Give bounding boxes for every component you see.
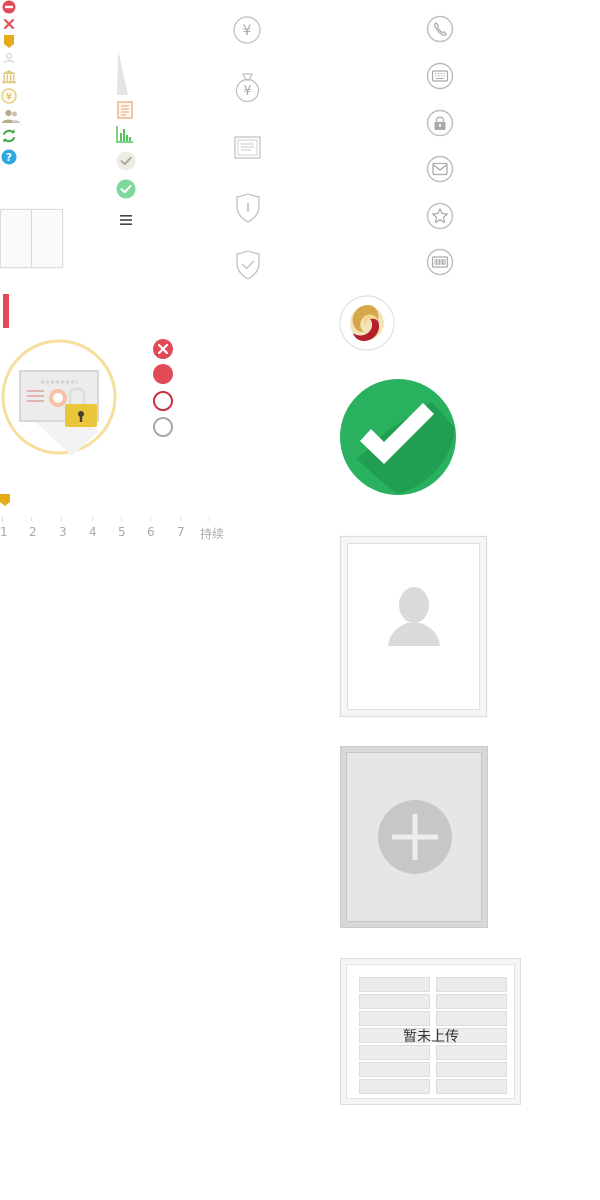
timeline-gold-marker-icon (0, 494, 10, 507)
phone-icon[interactable] (426, 15, 454, 43)
locked-document-illustration (0, 338, 118, 456)
gray-ring-icon (152, 416, 174, 438)
timeline-tick-mark (209, 517, 210, 521)
timeline-tick-label: 持续 (200, 527, 225, 541)
yen-circle-outline-icon: ¥ (233, 16, 261, 44)
form-cell (359, 1062, 430, 1077)
timeline-tick-mark (180, 517, 181, 521)
user-outline-icon (3, 52, 15, 64)
timeline-tick-mark (121, 517, 122, 521)
yen-circle-icon: ¥ (1, 88, 17, 104)
timeline-tick-label: 1 (0, 525, 8, 539)
empty-form-card[interactable]: 暂未上传 (340, 958, 521, 1105)
form-cell (436, 1045, 507, 1060)
svg-text:?: ? (6, 151, 12, 164)
bank-icon (1, 69, 17, 84)
minus-circle-icon (2, 0, 16, 14)
split-panel-divider (31, 210, 32, 267)
lock-icon[interactable] (426, 109, 454, 137)
red-vertical-marker (3, 294, 9, 328)
close-circle-icon[interactable] (152, 338, 174, 360)
timeline-ruler: 1 2 3 4 5 6 7 持续 (0, 516, 230, 544)
avatar-placeholder-icon (388, 584, 440, 648)
menu-icon[interactable] (120, 214, 132, 226)
users-icon (1, 108, 21, 124)
form-cell (359, 1079, 430, 1094)
timeline-tick-mark (2, 516, 3, 522)
gray-check-circle-icon (116, 151, 136, 171)
timeline-tick-label: 5 (118, 525, 126, 539)
timeline-tick-mark (150, 517, 151, 521)
help-circle-icon[interactable]: ? (1, 149, 17, 165)
form-cell (436, 994, 507, 1009)
upload-add-card[interactable] (340, 746, 488, 928)
shield-check-icon (235, 250, 261, 280)
timeline-tick-label: 6 (147, 525, 155, 539)
money-bag-icon: ¥ (234, 72, 261, 104)
refresh-icon[interactable] (1, 128, 17, 144)
svg-text:¥: ¥ (243, 23, 252, 39)
timeline-tick-mark (61, 517, 62, 521)
form-cell (359, 1011, 430, 1026)
form-cell (436, 977, 507, 992)
green-check-circle-icon (116, 179, 136, 199)
svg-text:¥: ¥ (243, 84, 251, 99)
star-icon[interactable] (426, 202, 454, 230)
close-x-icon[interactable] (3, 18, 15, 30)
portrait-placeholder-frame (347, 543, 480, 710)
portrait-placeholder-card[interactable] (340, 536, 487, 717)
barcode-icon[interactable] (426, 248, 454, 276)
document-lines-icon (117, 101, 133, 119)
add-icon (377, 799, 453, 875)
red-dot-icon (152, 363, 174, 385)
timeline-tick-label: 2 (29, 525, 37, 539)
form-cell (359, 994, 430, 1009)
timeline-tick-label: 4 (89, 525, 97, 539)
gold-tag-icon (4, 35, 14, 49)
form-cell (359, 977, 430, 992)
timeline-tick-mark (31, 517, 32, 521)
timeline-tick-label: 3 (59, 525, 67, 539)
gray-wedge-icon (115, 50, 129, 96)
form-cell (359, 1045, 430, 1060)
svg-text:¥: ¥ (6, 92, 12, 102)
keyboard-icon[interactable] (426, 62, 454, 90)
mail-icon[interactable] (426, 155, 454, 183)
shield-info-icon (235, 193, 261, 223)
form-cell (436, 1079, 507, 1094)
form-cell (436, 1011, 507, 1026)
upload-add-frame (346, 752, 482, 922)
split-panel-button[interactable] (0, 209, 63, 268)
success-check-badge (339, 378, 457, 496)
form-cell (436, 1062, 507, 1077)
empty-upload-status: 暂未上传 (403, 1029, 459, 1045)
document-icon (234, 136, 261, 160)
brand-logo-badge (339, 295, 395, 351)
bar-chart-icon (116, 125, 134, 143)
red-ring-icon (152, 390, 174, 412)
timeline-tick-mark (92, 517, 93, 521)
timeline-tick-label: 7 (177, 525, 185, 539)
